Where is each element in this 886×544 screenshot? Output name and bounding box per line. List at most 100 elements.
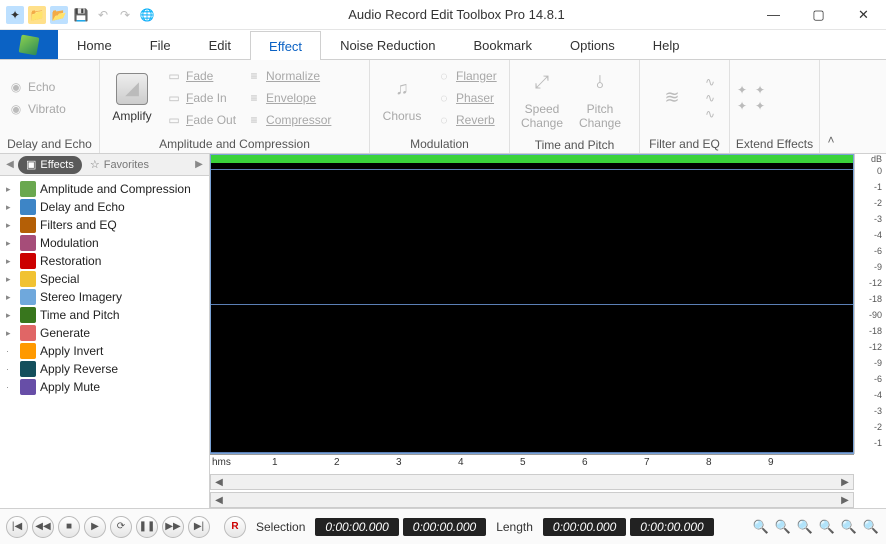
- expand-icon[interactable]: ▸: [6, 184, 16, 195]
- zoom-v-in-icon[interactable]: 🔍: [840, 518, 858, 536]
- side-next-button[interactable]: ▶: [191, 157, 207, 173]
- h-scrollbar-2[interactable]: ◀ ▶: [210, 492, 854, 508]
- minimize-button[interactable]: —: [751, 0, 796, 30]
- transport-forward-button[interactable]: ▶▶: [162, 516, 184, 538]
- scroll-right-button[interactable]: ▶: [837, 475, 853, 489]
- reverb-button[interactable]: ◌Reverb: [432, 109, 501, 131]
- transport-loop-button[interactable]: ⟳: [110, 516, 132, 538]
- tree-item[interactable]: ▸Special: [0, 270, 209, 288]
- transport-rewind-button[interactable]: ◀◀: [32, 516, 54, 538]
- expand-icon[interactable]: ·: [6, 382, 16, 392]
- side-tab-favorites[interactable]: ☆Favorites: [82, 156, 157, 174]
- eq-small-icon-2[interactable]: ∿: [702, 90, 718, 106]
- zoom-sel-icon[interactable]: 🔍: [796, 518, 814, 536]
- expand-icon[interactable]: ▸: [6, 328, 16, 339]
- tree-item[interactable]: ·Apply Mute: [0, 378, 209, 396]
- length-from[interactable]: 0:00:00.000: [543, 518, 626, 536]
- effects-tree[interactable]: ▸Amplitude and Compression▸Delay and Ech…: [0, 176, 209, 508]
- tree-item[interactable]: ▸Delay and Echo: [0, 198, 209, 216]
- pitch-change-button[interactable]: ⫰Pitch Change: [572, 62, 628, 134]
- tab-home[interactable]: Home: [58, 30, 131, 59]
- tree-item[interactable]: ·Apply Invert: [0, 342, 209, 360]
- close-button[interactable]: ✕: [841, 0, 886, 30]
- tree-item[interactable]: ▸Amplitude and Compression: [0, 180, 209, 198]
- tree-item[interactable]: ▸Stereo Imagery: [0, 288, 209, 306]
- transport-end-button[interactable]: ▶|: [188, 516, 210, 538]
- expand-icon[interactable]: ▸: [6, 202, 16, 213]
- ext-icon-3[interactable]: ✦: [752, 82, 768, 98]
- tree-item[interactable]: ▸Restoration: [0, 252, 209, 270]
- expand-icon[interactable]: ·: [6, 346, 16, 356]
- ext-icon-2[interactable]: ✦: [734, 98, 750, 114]
- speed-change-button[interactable]: ⤢Speed Change: [514, 62, 570, 134]
- side-tab-effects[interactable]: ▣Effects: [18, 156, 82, 174]
- expand-icon[interactable]: ▸: [6, 256, 16, 267]
- expand-icon[interactable]: ▸: [6, 274, 16, 285]
- normalize-button[interactable]: ≡Normalize: [242, 65, 335, 87]
- tree-item[interactable]: ·Apply Reverse: [0, 360, 209, 378]
- tree-item[interactable]: ▸Generate: [0, 324, 209, 342]
- transport-play-button[interactable]: ▶: [84, 516, 106, 538]
- zoom-in-icon[interactable]: 🔍: [752, 518, 770, 536]
- chorus-button[interactable]: ♫Chorus: [374, 69, 430, 127]
- zoom-out-icon[interactable]: 🔍: [774, 518, 792, 536]
- transport-begin-button[interactable]: |◀: [6, 516, 28, 538]
- waveform-track[interactable]: [210, 154, 854, 454]
- tab-help[interactable]: Help: [634, 30, 699, 59]
- transport-pause-button[interactable]: ❚❚: [136, 516, 158, 538]
- app-button[interactable]: [0, 30, 58, 59]
- length-to[interactable]: 0:00:00.000: [630, 518, 713, 536]
- ext-icon-4[interactable]: ✦: [752, 98, 768, 114]
- ribbon-collapse-button[interactable]: ˄: [820, 60, 842, 153]
- vibrato-button[interactable]: ◉Vibrato: [4, 98, 70, 120]
- record-button[interactable]: R: [224, 516, 246, 538]
- eq-small-icon[interactable]: ∿: [702, 74, 718, 90]
- save-icon[interactable]: 💾: [72, 6, 90, 24]
- scroll-right-button[interactable]: ▶: [837, 493, 853, 507]
- h-scrollbar[interactable]: ◀ ▶: [210, 474, 854, 490]
- qat-globe-icon[interactable]: 🌐: [138, 6, 156, 24]
- fade-in-button[interactable]: ▭Fade In: [162, 87, 240, 109]
- selection-from[interactable]: 0:00:00.000: [315, 518, 398, 536]
- redo-icon[interactable]: ↷: [116, 6, 134, 24]
- scroll-left-button[interactable]: ◀: [211, 493, 227, 507]
- selection-bar[interactable]: [211, 155, 853, 163]
- undo-icon[interactable]: ↶: [94, 6, 112, 24]
- ext-icon-1[interactable]: ✦: [734, 82, 750, 98]
- compressor-button[interactable]: ≡Compressor: [242, 109, 335, 131]
- expand-icon[interactable]: ·: [6, 364, 16, 374]
- envelope-button[interactable]: ≡Envelope: [242, 87, 335, 109]
- zoom-v-out-icon[interactable]: 🔍: [862, 518, 880, 536]
- qat-icon-2[interactable]: 📁: [28, 6, 46, 24]
- tree-item[interactable]: ▸Modulation: [0, 234, 209, 252]
- tab-effect[interactable]: Effect: [250, 31, 321, 60]
- filter-button-1[interactable]: ≋: [644, 78, 700, 118]
- flanger-button[interactable]: ◌Flanger: [432, 65, 501, 87]
- tab-options[interactable]: Options: [551, 30, 634, 59]
- qat-icon-1[interactable]: ✦: [6, 6, 24, 24]
- transport-stop-button[interactable]: ■: [58, 516, 80, 538]
- maximize-button[interactable]: ▢: [796, 0, 841, 30]
- scroll-left-button[interactable]: ◀: [211, 475, 227, 489]
- zoom-fit-icon[interactable]: 🔍: [818, 518, 836, 536]
- tab-bookmark[interactable]: Bookmark: [454, 30, 551, 59]
- qat-icon-3[interactable]: 📂: [50, 6, 68, 24]
- tree-item[interactable]: ▸Filters and EQ: [0, 216, 209, 234]
- fade-out-button[interactable]: ▭Fade Out: [162, 109, 240, 131]
- expand-icon[interactable]: ▸: [6, 310, 16, 321]
- expand-icon[interactable]: ▸: [6, 220, 16, 231]
- eq-small-icon-3[interactable]: ∿: [702, 106, 718, 122]
- phaser-button[interactable]: ◌Phaser: [432, 87, 501, 109]
- tab-noise-reduction[interactable]: Noise Reduction: [321, 30, 454, 59]
- amplify-button[interactable]: ◢Amplify: [104, 69, 160, 127]
- fade-button[interactable]: ▭Fade: [162, 65, 240, 87]
- tab-file[interactable]: File: [131, 30, 190, 59]
- side-prev-button[interactable]: ◀: [2, 157, 18, 173]
- expand-icon[interactable]: ▸: [6, 292, 16, 303]
- tab-edit[interactable]: Edit: [190, 30, 250, 59]
- tree-item[interactable]: ▸Time and Pitch: [0, 306, 209, 324]
- selection-to[interactable]: 0:00:00.000: [403, 518, 486, 536]
- time-ruler[interactable]: hms 123456789: [210, 454, 854, 472]
- echo-button[interactable]: ◉Echo: [4, 76, 70, 98]
- expand-icon[interactable]: ▸: [6, 238, 16, 249]
